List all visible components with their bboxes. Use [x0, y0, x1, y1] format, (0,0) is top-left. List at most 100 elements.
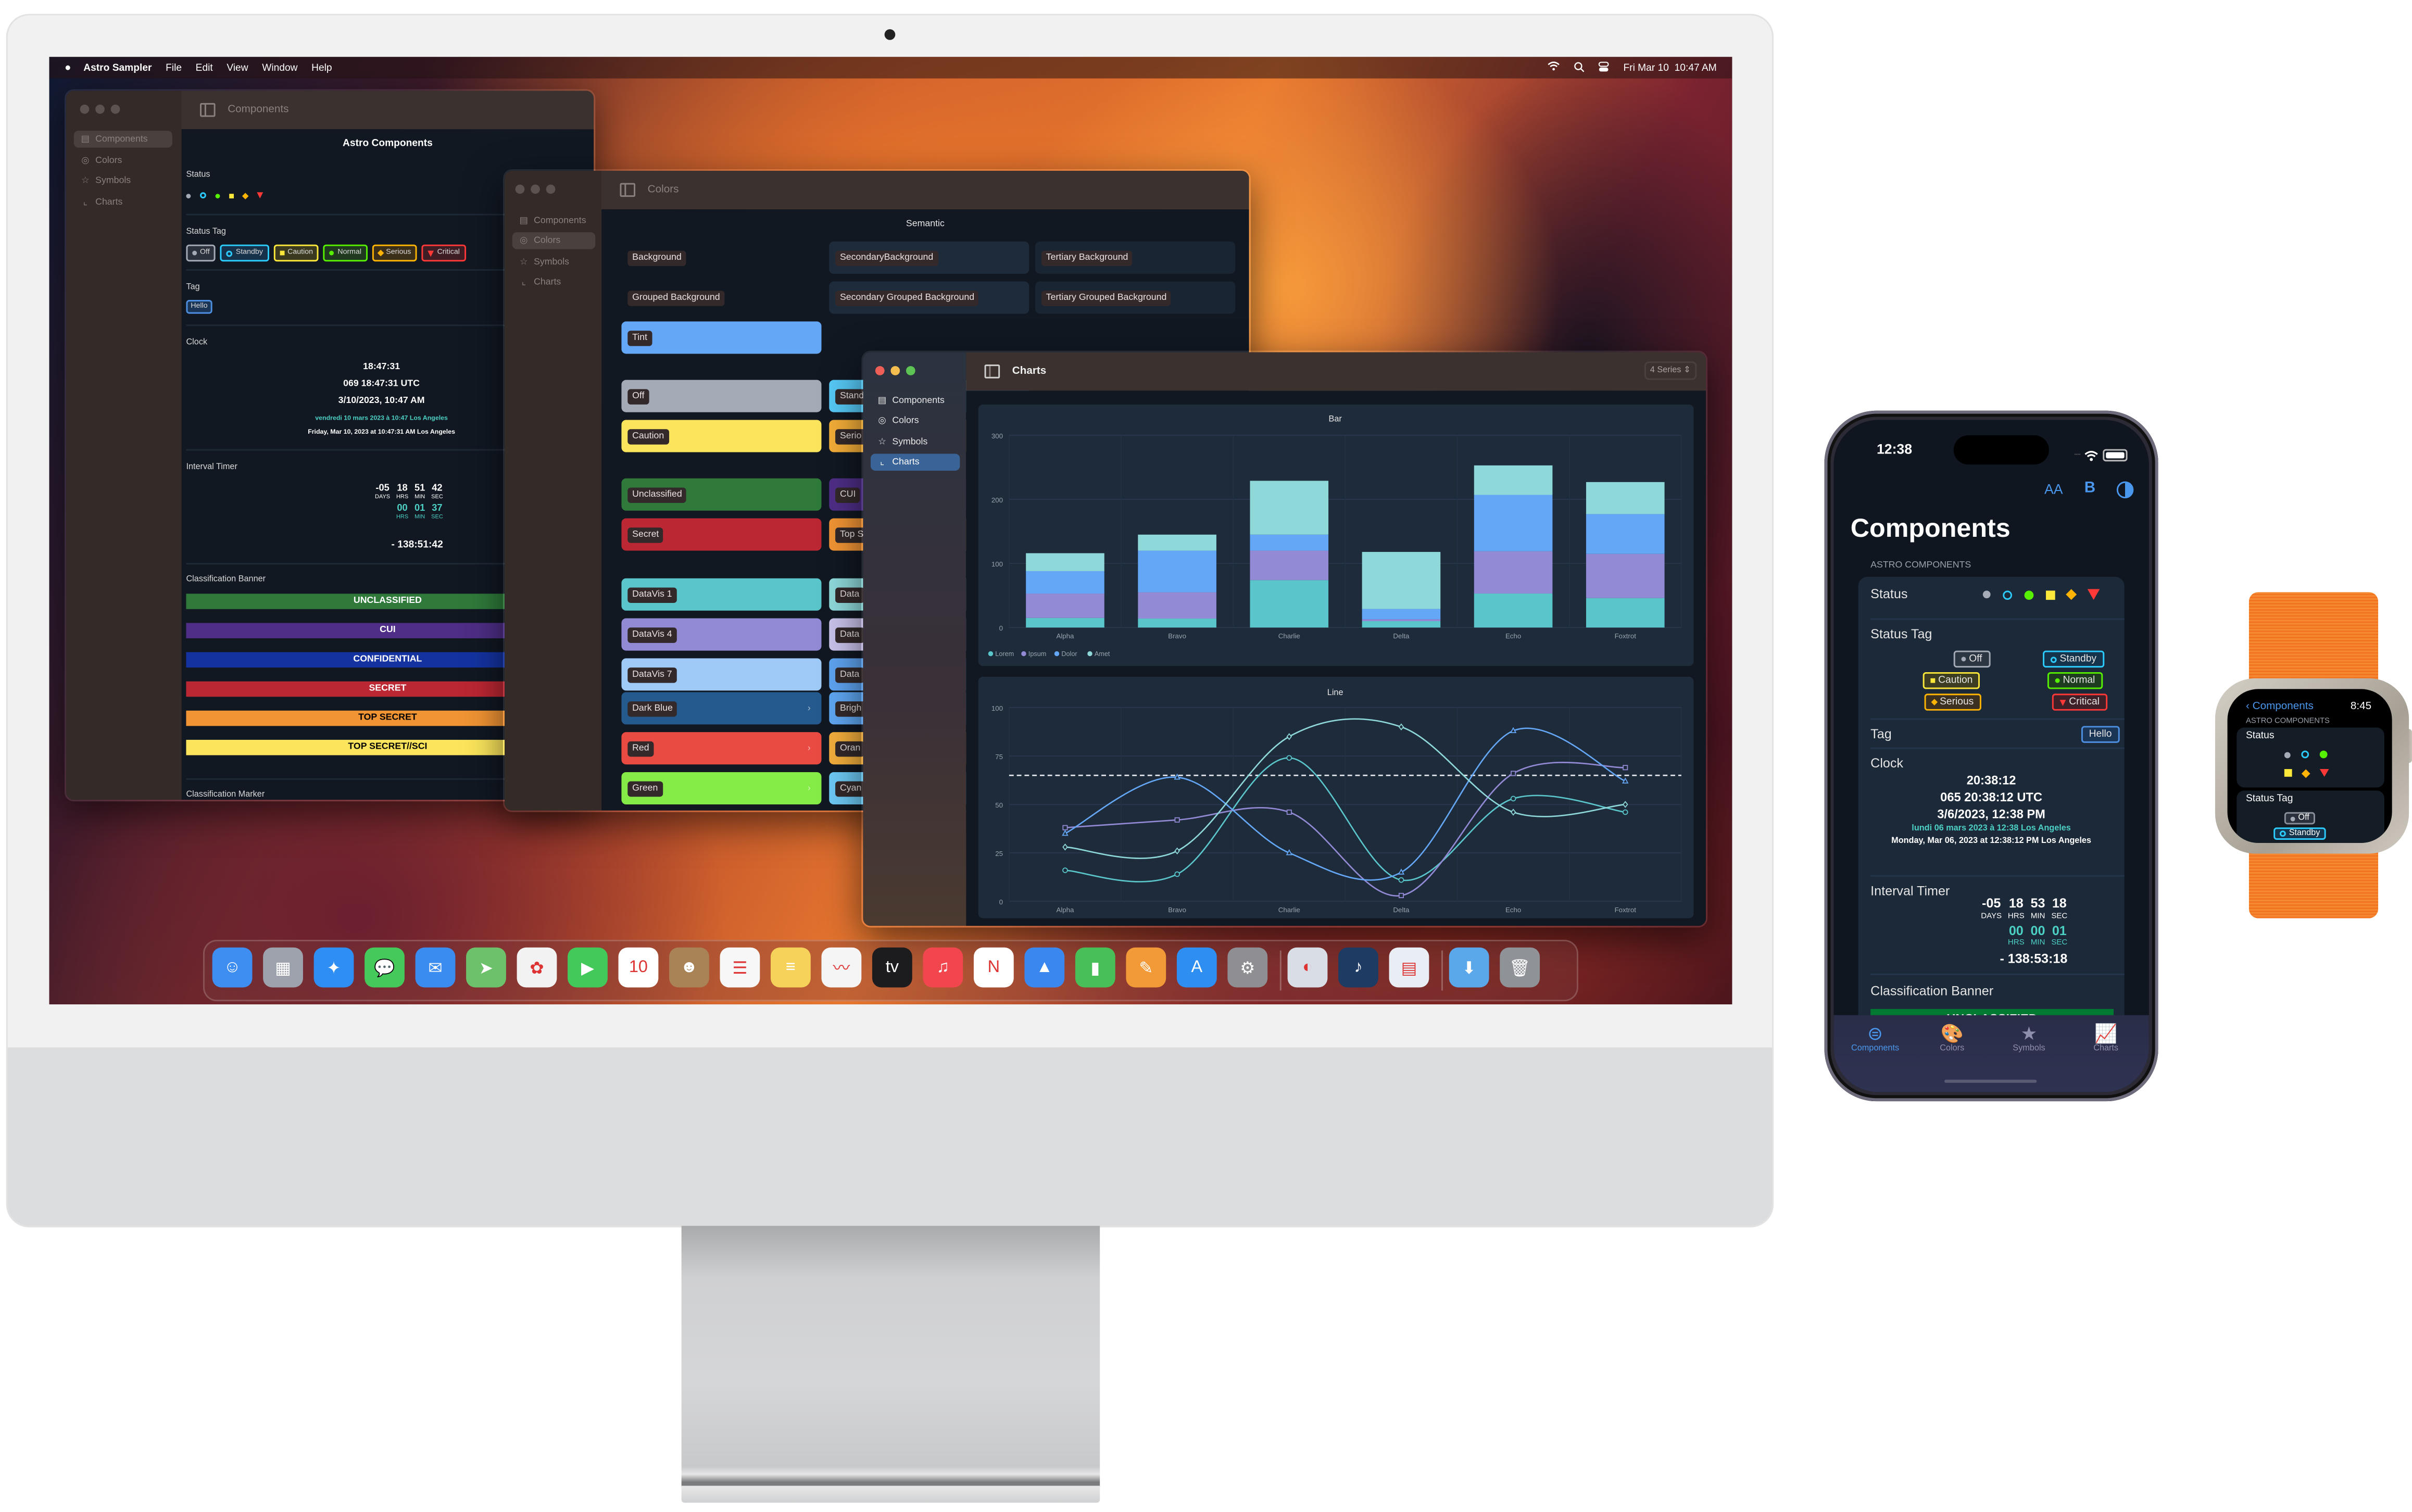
x-tick-label: Charlie [1278, 632, 1300, 640]
sidebar-item-charts[interactable]: ⌞ Charts [512, 274, 596, 291]
color-swatch[interactable]: DataVis 4 [621, 618, 822, 651]
color-swatch[interactable]: Green › [621, 772, 822, 804]
sidebar-item-colors[interactable]: ◎ Colors [871, 412, 960, 429]
dock-notes-icon[interactable]: ≡ [771, 947, 811, 988]
color-swatch[interactable]: Off [621, 380, 822, 412]
dock-numbers-icon[interactable]: ▮ [1075, 947, 1115, 988]
tab-symbols[interactable]: ★ Symbols [1991, 1023, 2068, 1053]
zoom-button[interactable] [546, 184, 556, 194]
contrast-icon[interactable] [2116, 481, 2134, 499]
sidebar-item-symbols[interactable]: ☆ Symbols [74, 172, 172, 189]
bold-icon[interactable]: B [2084, 480, 2095, 497]
dock-freeform-icon[interactable]: 〰 [821, 947, 862, 988]
timer-cell: 51 MIN [414, 483, 425, 500]
sidebar-item-components[interactable]: ▤ Components [871, 392, 960, 409]
sidebar-item-symbols[interactable]: ☆ Symbols [871, 434, 960, 450]
close-button[interactable] [515, 184, 525, 194]
minimize-button[interactable] [890, 366, 900, 375]
dock-mail-icon[interactable]: ✉ [415, 947, 456, 988]
zoom-button[interactable] [110, 104, 120, 114]
back-button[interactable]: ‹ Components [2246, 701, 2314, 712]
tab-components[interactable]: ⊜ Components [1837, 1023, 1914, 1053]
minimize-button[interactable] [95, 104, 105, 114]
dock-messages-icon[interactable]: 💬 [365, 947, 405, 988]
close-button[interactable] [80, 104, 90, 114]
color-swatch[interactable]: Tertiary Background [1035, 241, 1236, 274]
color-swatch[interactable]: Background [621, 241, 822, 274]
color-swatch[interactable]: Unclassified [621, 478, 822, 511]
sidebar-toggle-icon[interactable] [620, 183, 636, 197]
search-icon[interactable] [1574, 61, 1585, 75]
menu-clock[interactable]: Fri Mar 10 10:47 AM [1623, 62, 1716, 73]
menu-help[interactable]: Help [311, 62, 332, 73]
divider [1870, 875, 2125, 877]
dock-keynote-icon[interactable]: ▲ [1024, 947, 1065, 988]
dock-finder-icon[interactable]: ☺ [212, 947, 253, 988]
dock-xcode-helper-icon[interactable]: ♪ [1338, 947, 1378, 988]
color-swatch[interactable]: DataVis 1 [621, 578, 822, 611]
timer-cell: 00 HRS [2008, 923, 2025, 947]
sidebar-item-components[interactable]: ▤ Components [73, 131, 172, 148]
color-swatch[interactable]: Caution [621, 420, 822, 452]
dock-app-store-icon[interactable]: A [1176, 947, 1217, 988]
control-center-icon[interactable] [1599, 61, 1610, 75]
dock-calendar-icon[interactable]: 10 [618, 947, 659, 988]
dock-instruments-icon[interactable]: ◐ [1287, 947, 1328, 988]
close-button[interactable] [875, 366, 885, 375]
dock-tv-icon[interactable]: tv [872, 947, 912, 988]
app-menu[interactable]: Astro Sampler [83, 62, 152, 73]
color-swatch[interactable]: Secret [621, 518, 822, 551]
tag-hello[interactable]: Hello [186, 300, 212, 314]
sidebar-item-charts[interactable]: ⌞ Charts [871, 453, 960, 471]
dock-trash-icon[interactable]: 🗑 [1500, 947, 1540, 988]
sidebar-item-symbols[interactable]: ☆ Symbols [512, 254, 596, 270]
dock-downloads-icon[interactable]: ⬇ [1449, 947, 1489, 988]
dock-pages-icon[interactable]: ✎ [1126, 947, 1166, 988]
wifi-icon[interactable] [1548, 61, 1561, 74]
sidebar-item-components[interactable]: ▤ Components [512, 212, 596, 229]
sidebar-toggle-icon[interactable] [200, 103, 216, 117]
timer-value: 53 [2030, 895, 2045, 911]
zoom-button[interactable] [906, 366, 915, 375]
timer-unit: MIN [2030, 911, 2045, 921]
status-serious-icon [242, 192, 249, 199]
sidebar-item-colors[interactable]: ◎ Colors [512, 232, 596, 249]
dock-music-icon[interactable]: ♫ [923, 947, 963, 988]
color-swatch[interactable]: DataVis 7 [621, 658, 822, 691]
dock-launchpad-icon[interactable]: ▦ [263, 947, 303, 988]
series-selector[interactable]: 4 Series ⇕ [1643, 361, 1697, 380]
tab-colors[interactable]: 🎨 Colors [1914, 1023, 1991, 1053]
menu-edit[interactable]: Edit [196, 62, 213, 73]
dock-reminders-icon[interactable]: ☰ [720, 947, 760, 988]
tab-charts[interactable]: 📈 Charts [2067, 1023, 2144, 1053]
text-size-icon[interactable]: AA [2044, 482, 2063, 497]
sidebar-item-colors[interactable]: ◎ Colors [74, 152, 172, 169]
menu-file[interactable]: File [166, 62, 182, 73]
bar-segment [1250, 580, 1329, 628]
x-tick-label: Bravo [1168, 632, 1186, 640]
sidebar-item-charts[interactable]: ⌞ Charts [74, 194, 172, 210]
dock-system-settings-icon[interactable]: ⚙ [1227, 947, 1268, 988]
color-swatch[interactable]: Dark Blue › [621, 692, 822, 725]
traffic-lights [515, 184, 556, 194]
menu-view[interactable]: View [227, 62, 248, 73]
color-swatch[interactable]: Grouped Background [621, 281, 822, 314]
sidebar-toggle-icon[interactable] [984, 364, 1000, 379]
dock-preview-icon[interactable]: ▤ [1389, 947, 1429, 988]
palette-icon: ◎ [520, 236, 528, 246]
color-swatch[interactable]: Secondary Grouped Background [829, 281, 1029, 314]
minimize-button[interactable] [531, 184, 540, 194]
color-swatch[interactable]: Tertiary Grouped Background [1035, 281, 1236, 314]
apple-icon[interactable]: ● [65, 62, 71, 73]
dock-safari-icon[interactable]: ✦ [313, 947, 354, 988]
dock-contacts-icon[interactable]: ☻ [669, 947, 709, 988]
dock-facetime-icon[interactable]: ▶ [568, 947, 608, 988]
color-swatch[interactable]: Tint [621, 321, 822, 354]
dock-photos-icon[interactable]: ✿ [517, 947, 557, 988]
dock-news-icon[interactable]: N [973, 947, 1014, 988]
menu-window[interactable]: Window [262, 62, 297, 73]
color-swatch[interactable]: SecondaryBackground [829, 241, 1029, 274]
color-swatch[interactable]: Red › [621, 732, 822, 765]
dock-maps-icon[interactable]: ➤ [466, 947, 506, 988]
tag-hello[interactable]: Hello [2081, 726, 2120, 743]
